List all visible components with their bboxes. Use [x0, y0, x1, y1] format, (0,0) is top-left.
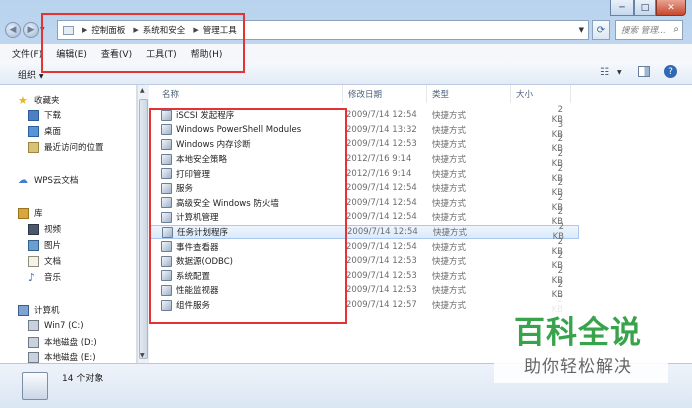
- watermark-title: 百科全说: [514, 315, 642, 351]
- nav-item-drive-d[interactable]: 本地磁盘 (D:): [28, 336, 97, 348]
- file-type: 快捷方式: [432, 301, 467, 312]
- file-date: 2009/7/14 12:54: [346, 212, 417, 223]
- nav-computer[interactable]: 计算机: [18, 304, 60, 316]
- scrollbar-thumb[interactable]: [139, 99, 148, 359]
- recent-places-icon: [28, 141, 39, 153]
- file-date: 2009/7/14 12:54: [346, 110, 417, 121]
- file-type: 快捷方式: [432, 140, 467, 151]
- file-type: 快捷方式: [432, 169, 467, 180]
- file-type: 快捷方式: [432, 257, 467, 268]
- nav-item-desktop[interactable]: 桌面: [28, 125, 61, 137]
- highlight-box-address: [41, 13, 245, 73]
- library-icon: [18, 207, 29, 219]
- file-date: 2009/7/14 13:32: [346, 124, 417, 135]
- nav-item-drive-e[interactable]: 本地磁盘 (E:): [28, 351, 96, 363]
- minimize-button[interactable]: ─: [610, 0, 634, 16]
- file-type: 快捷方式: [432, 125, 467, 136]
- scroll-up-icon[interactable]: ▲: [140, 87, 145, 94]
- file-type: 快捷方式: [432, 286, 467, 297]
- file-date: 2009/7/14 12:54: [346, 241, 417, 252]
- file-type: 快捷方式: [432, 198, 467, 209]
- search-icon[interactable]: ⌕: [673, 24, 679, 35]
- nav-item-music[interactable]: ♪ 音乐: [28, 270, 61, 284]
- column-header-size[interactable]: 大小: [511, 85, 571, 103]
- address-dropdown-icon[interactable]: ▼: [579, 26, 584, 34]
- drive-icon: [28, 336, 39, 348]
- file-type: 快捷方式: [432, 111, 467, 122]
- download-folder-icon: [28, 109, 39, 121]
- column-header-date[interactable]: 修改日期: [343, 85, 427, 103]
- desktop-icon: [28, 125, 39, 137]
- nav-favorites[interactable]: ★ 收藏夹: [18, 93, 60, 107]
- nav-item-videos[interactable]: 视频: [28, 223, 61, 235]
- maximize-button[interactable]: □: [634, 0, 656, 16]
- cloud-icon: ☁: [18, 174, 28, 186]
- navigation-scrollbar[interactable]: ▲ ▼: [137, 85, 149, 363]
- navigation-pane: ★ 收藏夹 下载 桌面 最近访问的位置 ☁ WPS云文档 库 视频 图片 文档 …: [0, 85, 137, 363]
- computer-icon: [18, 304, 29, 316]
- view-options-icon[interactable]: ☷: [600, 67, 609, 78]
- file-date: 2009/7/14 12:53: [346, 285, 417, 296]
- file-type: 快捷方式: [432, 242, 467, 253]
- file-date: 2009/7/14 12:54: [346, 197, 417, 208]
- document-icon: [28, 255, 39, 267]
- column-header-name[interactable]: 名称: [157, 85, 343, 103]
- nav-wps-cloud[interactable]: ☁ WPS云文档: [18, 174, 78, 187]
- nav-item-pictures[interactable]: 图片: [28, 239, 61, 251]
- nav-item-documents[interactable]: 文档: [28, 255, 61, 267]
- file-date: 2009/7/14 12:53: [346, 270, 417, 281]
- view-dropdown-icon[interactable]: ▼: [617, 69, 622, 76]
- file-type: 快捷方式: [433, 228, 468, 239]
- help-icon[interactable]: ?: [664, 65, 677, 78]
- menu-file[interactable]: 文件(F): [12, 47, 42, 60]
- back-button[interactable]: ◀: [5, 22, 21, 38]
- file-date: 2012/7/16 9:14: [346, 154, 412, 165]
- watermark-subtitle: 助你轻松解决: [524, 357, 632, 377]
- close-button[interactable]: ✕: [656, 0, 686, 16]
- file-date: 2009/7/14 12:54: [347, 227, 418, 238]
- file-date: 2009/7/14 12:57: [346, 300, 417, 311]
- nav-item-recent[interactable]: 最近访问的位置: [28, 141, 104, 153]
- organize-button[interactable]: 组织 ▼: [18, 68, 44, 81]
- file-date: 2009/7/14 12:53: [346, 256, 417, 267]
- scroll-down-icon[interactable]: ▼: [140, 352, 145, 359]
- forward-button[interactable]: ▶: [23, 22, 39, 38]
- watermark: 百科全说 助你轻松解决: [494, 297, 668, 383]
- nav-item-downloads[interactable]: 下载: [28, 109, 61, 121]
- file-date: 2009/7/14 12:53: [346, 139, 417, 150]
- file-type: 快捷方式: [432, 271, 467, 282]
- search-input[interactable]: 搜索 管理... ⌕: [615, 20, 683, 40]
- drive-icon: [28, 351, 39, 363]
- file-type: 快捷方式: [432, 184, 467, 195]
- video-icon: [28, 223, 39, 235]
- item-count: 14 个对象: [62, 374, 104, 384]
- music-icon: ♪: [28, 270, 36, 284]
- column-header-type[interactable]: 类型: [427, 85, 511, 103]
- items-icon: [22, 372, 48, 400]
- file-date: 2012/7/16 9:14: [346, 168, 412, 179]
- picture-icon: [28, 239, 39, 251]
- star-icon: ★: [18, 93, 28, 107]
- preview-pane-icon[interactable]: [638, 66, 650, 77]
- file-type: 快捷方式: [432, 155, 467, 166]
- nav-item-drive-c[interactable]: Win7 (C:): [28, 320, 84, 331]
- file-date: 2009/7/14 12:54: [346, 183, 417, 194]
- refresh-button[interactable]: ⟳: [592, 20, 610, 40]
- drive-icon: [28, 320, 39, 331]
- file-type: 快捷方式: [432, 213, 467, 224]
- highlight-box-files: [149, 108, 347, 324]
- nav-libraries[interactable]: 库: [18, 207, 43, 219]
